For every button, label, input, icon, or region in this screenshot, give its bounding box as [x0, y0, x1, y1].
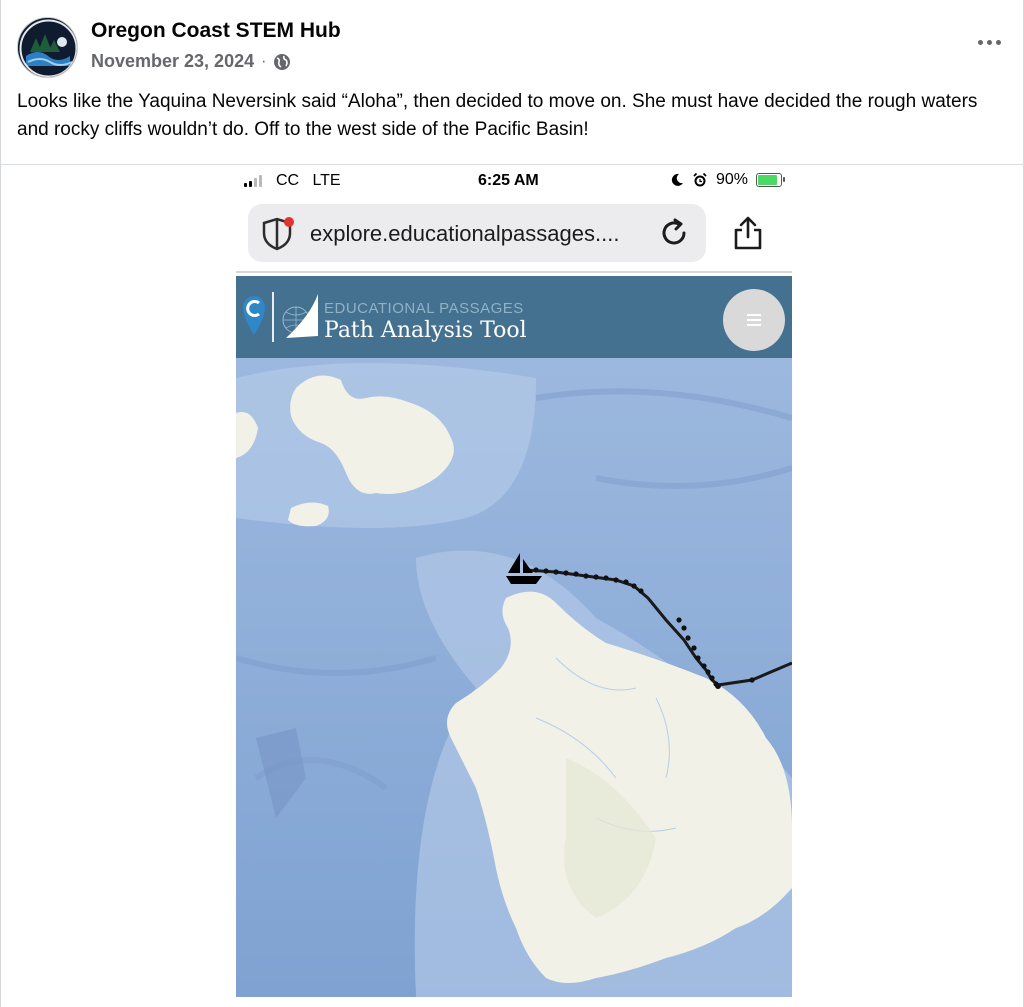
- location-drop-icon: [243, 296, 265, 335]
- more-options-icon[interactable]: [971, 30, 1007, 54]
- carrier-label: CC LTE: [276, 172, 341, 189]
- app-header: EDUCATIONAL PASSAGES Path Analysis Tool: [236, 276, 792, 358]
- post-text: Looks like the Yaquina Neversink said “A…: [17, 91, 978, 140]
- moon-icon: [671, 173, 683, 186]
- hamburger-menu-icon[interactable]: [723, 289, 785, 351]
- shield-icon[interactable]: [260, 217, 294, 251]
- divider: [1, 164, 1024, 165]
- globe-icon: [273, 53, 291, 71]
- alarm-icon: [693, 172, 707, 187]
- post-meta: November 23, 2024 ·: [91, 51, 291, 72]
- sail-logo-icon: [282, 294, 318, 338]
- post-date[interactable]: November 23, 2024: [91, 51, 254, 72]
- share-icon[interactable]: [731, 215, 765, 251]
- status-time: 6:25 AM: [478, 172, 539, 189]
- status-bar: CC LTE 6:25 AM 90%: [236, 167, 792, 195]
- url-text[interactable]: explore.educationalpassages....: [310, 221, 619, 247]
- reload-icon[interactable]: [658, 217, 690, 249]
- url-bar[interactable]: explore.educationalpassages....: [248, 204, 706, 262]
- brand-subtitle: EDUCATIONAL PASSAGES: [324, 300, 524, 317]
- app-title: Path Analysis Tool: [324, 318, 527, 343]
- post-image-screenshot[interactable]: CC LTE 6:25 AM 90% explore.educationalpa…: [236, 167, 792, 997]
- meta-separator: ·: [261, 52, 267, 70]
- browser-separator: [236, 271, 792, 273]
- map-view[interactable]: [236, 358, 792, 997]
- status-right: 90%: [670, 171, 785, 189]
- cell-signal-icon: [244, 175, 262, 187]
- avatar[interactable]: [17, 17, 78, 78]
- author-name[interactable]: Oregon Coast STEM Hub: [91, 19, 341, 43]
- logo-divider: [272, 292, 274, 342]
- battery-percent: 90%: [715, 171, 748, 188]
- post-header: Oregon Coast STEM Hub November 23, 2024 …: [17, 14, 1007, 78]
- battery-icon: [756, 173, 785, 187]
- facebook-post: Oregon Coast STEM Hub November 23, 2024 …: [0, 0, 1024, 1007]
